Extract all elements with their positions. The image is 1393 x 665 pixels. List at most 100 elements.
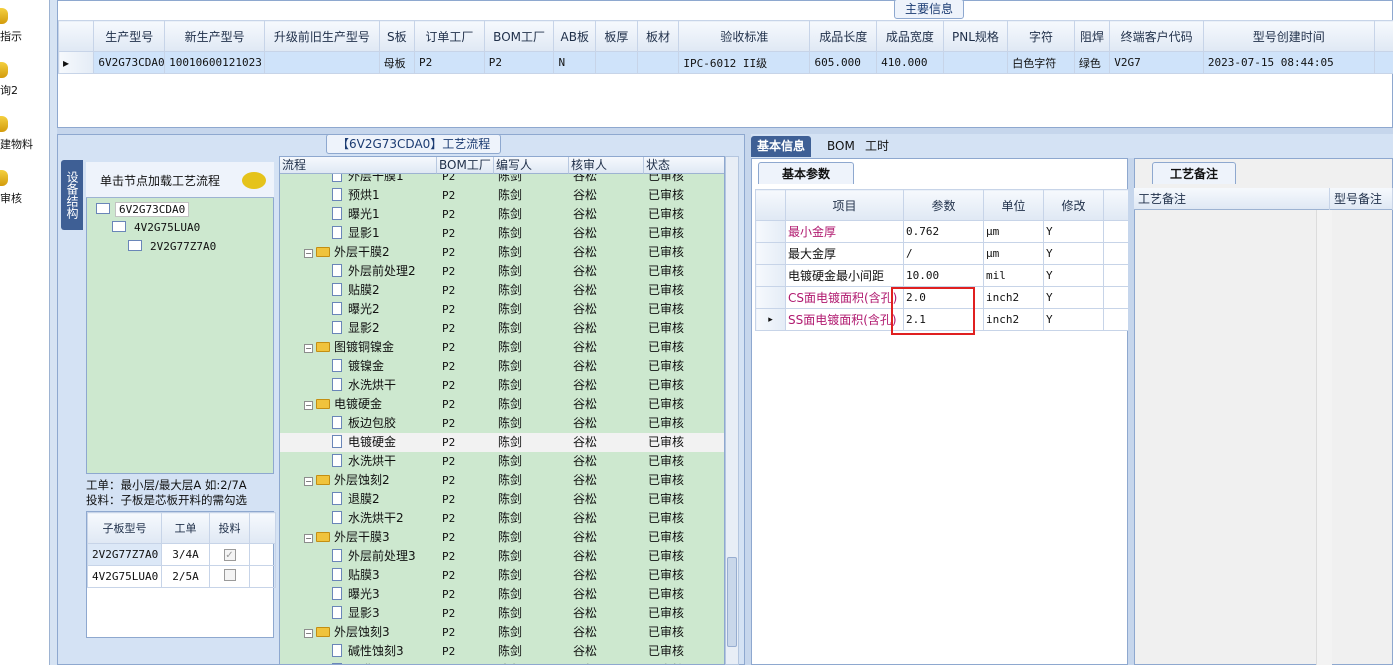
- flow-column-header[interactable]: 流程: [280, 157, 437, 174]
- column-header[interactable]: 板厚: [595, 20, 638, 52]
- flow-row[interactable]: 水洗烘干2 P2 陈剑 谷松 已审核: [280, 509, 724, 528]
- param-row[interactable]: 电镀硬金最小间距 10.00 mil Y: [755, 264, 1130, 287]
- table-cell[interactable]: V2G7: [1109, 51, 1204, 74]
- column-header[interactable]: 终端客户代码: [1109, 20, 1204, 52]
- flow-row[interactable]: − 外层蚀刻3 P2 陈剑 谷松 已审核: [280, 623, 724, 642]
- table-cell[interactable]: [942, 51, 1009, 74]
- flow-column-header[interactable]: 状态: [644, 157, 724, 174]
- table-row[interactable]: 2V2G77Z7A0 3/4A ✓: [87, 543, 276, 566]
- column-header[interactable]: 阻焊: [1073, 20, 1111, 52]
- remarks-column-header[interactable]: 型号备注: [1330, 188, 1393, 210]
- column-header[interactable]: 验收标准: [678, 20, 811, 52]
- table-cell[interactable]: 410.000: [876, 51, 944, 74]
- column-header[interactable]: 字符: [1007, 20, 1075, 52]
- column-header[interactable]: 升级前旧生产型号: [264, 20, 380, 52]
- flow-row[interactable]: − 图镀铜镍金 P2 陈剑 谷松 已审核: [280, 338, 724, 357]
- flow-row[interactable]: 外层前处理3 P2 陈剑 谷松 已审核: [280, 547, 724, 566]
- param-value[interactable]: 2.0: [903, 286, 984, 309]
- table-cell[interactable]: P2: [483, 51, 555, 74]
- column-header[interactable]: 单位: [983, 189, 1044, 221]
- flow-row[interactable]: − 外层蚀刻2 P2 陈剑 谷松 已审核: [280, 471, 724, 490]
- comment-icon[interactable]: [242, 172, 266, 189]
- flow-row[interactable]: 板边包胶 P2 陈剑 谷松 已审核: [280, 414, 724, 433]
- flow-row[interactable]: 贴膜3 P2 陈剑 谷松 已审核: [280, 566, 724, 585]
- table-cell[interactable]: 白色字符: [1007, 51, 1075, 74]
- flow-row[interactable]: 水洗烘干 P2 陈剑 谷松 已审核: [280, 376, 724, 395]
- flow-row[interactable]: 水洗烘干 P2 陈剑 谷松 已审核: [280, 452, 724, 471]
- feed-checkbox[interactable]: ✓: [223, 549, 236, 561]
- nav-item[interactable]: 建物料: [0, 136, 48, 152]
- param-modify[interactable]: Y: [1043, 220, 1104, 243]
- column-header[interactable]: BOM工厂: [483, 20, 555, 52]
- table-row[interactable]: 4V2G75LUA0 2/5A: [87, 565, 276, 588]
- column-header[interactable]: 板材: [636, 20, 680, 52]
- remarks-scrollbar[interactable]: [1316, 210, 1332, 665]
- column-header[interactable]: 订单工厂: [413, 20, 485, 52]
- tab-basic-params[interactable]: 基本参数: [758, 162, 854, 184]
- collapse-icon[interactable]: −: [304, 629, 313, 638]
- flow-row[interactable]: 退膜3 P2 陈剑 谷松 已审核: [280, 661, 724, 664]
- table-cell[interactable]: [1373, 51, 1393, 74]
- flow-scrollbar-thumb[interactable]: [727, 557, 737, 647]
- nav-item[interactable]: 指示: [0, 28, 48, 44]
- flow-row[interactable]: 退膜2 P2 陈剑 谷松 已审核: [280, 490, 724, 509]
- collapse-icon[interactable]: −: [304, 344, 313, 353]
- column-header[interactable]: 投料: [209, 512, 250, 544]
- tree-node[interactable]: 2V2G77Z7A0: [128, 240, 219, 253]
- nav-item[interactable]: 审核: [0, 190, 48, 206]
- param-value[interactable]: 0.762: [903, 220, 984, 243]
- param-row[interactable]: 最大金厚 / μm Y: [755, 242, 1130, 265]
- param-modify[interactable]: Y: [1043, 264, 1104, 287]
- param-modify[interactable]: Y: [1043, 286, 1104, 309]
- param-row[interactable]: ▸ SS面电镀面积(含孔) 2.1 inch2 Y: [755, 308, 1130, 331]
- nav-item[interactable]: 询2: [0, 82, 48, 98]
- table-cell[interactable]: 6V2G73CDA0: [93, 51, 166, 74]
- table-cell[interactable]: [264, 51, 380, 74]
- column-header[interactable]: 生产型号: [93, 20, 166, 52]
- collapse-icon[interactable]: −: [304, 249, 313, 258]
- flow-row[interactable]: − 外层干膜2 P2 陈剑 谷松 已审核: [280, 243, 724, 262]
- column-header[interactable]: 成品宽度: [876, 20, 944, 52]
- side-tab-structure[interactable]: 设备结构: [61, 160, 83, 230]
- flow-column-header[interactable]: 编写人: [494, 157, 569, 174]
- collapse-icon[interactable]: −: [304, 477, 313, 486]
- column-header[interactable]: PNL规格: [942, 20, 1009, 52]
- flow-row[interactable]: 外层前处理2 P2 陈剑 谷松 已审核: [280, 262, 724, 281]
- table-cell[interactable]: N: [553, 51, 597, 74]
- table-row[interactable]: ▸ 6V2G73CDA0 10010600121023 母板 P2 P2 N IPC-6012…: [57, 51, 1393, 74]
- flow-row[interactable]: 镀镍金 P2 陈剑 谷松 已审核: [280, 357, 724, 376]
- param-value[interactable]: 10.00: [903, 264, 984, 287]
- flow-row[interactable]: 显影3 P2 陈剑 谷松 已审核: [280, 604, 724, 623]
- table-cell[interactable]: 10010600121023: [164, 51, 266, 74]
- param-modify[interactable]: Y: [1043, 308, 1104, 331]
- param-value[interactable]: 2.1: [903, 308, 984, 331]
- flow-column-header[interactable]: 核审人: [569, 157, 644, 174]
- table-cell[interactable]: [595, 51, 638, 74]
- flow-row[interactable]: 贴膜2 P2 陈剑 谷松 已审核: [280, 281, 724, 300]
- tab-process-remarks[interactable]: 工艺备注: [1152, 162, 1236, 184]
- table-cell[interactable]: 绿色: [1073, 51, 1111, 74]
- remarks-column-header[interactable]: 工艺备注: [1134, 188, 1330, 210]
- flow-row[interactable]: − 电镀硬金 P2 陈剑 谷松 已审核: [280, 395, 724, 414]
- column-header[interactable]: 工单: [161, 512, 210, 544]
- column-header[interactable]: 创建人: [1373, 20, 1393, 52]
- flow-row[interactable]: 预烘1 P2 陈剑 谷松 已审核: [280, 186, 724, 205]
- table-cell[interactable]: 母板: [378, 51, 415, 74]
- collapse-icon[interactable]: −: [304, 534, 313, 543]
- column-header[interactable]: 型号创建时间: [1202, 20, 1375, 52]
- flow-row[interactable]: 曝光3 P2 陈剑 谷松 已审核: [280, 585, 724, 604]
- table-cell[interactable]: [636, 51, 680, 74]
- flow-row[interactable]: 碱性蚀刻3 P2 陈剑 谷松 已审核: [280, 642, 724, 661]
- tab-work-hours[interactable]: 工时: [859, 136, 895, 157]
- feed-checkbox[interactable]: [223, 569, 236, 581]
- column-header[interactable]: 修改: [1043, 189, 1104, 221]
- tree-node[interactable]: 6V2G73CDA0: [96, 202, 190, 217]
- collapse-icon[interactable]: −: [304, 401, 313, 410]
- column-header[interactable]: AB板: [553, 20, 597, 52]
- tree-node[interactable]: 4V2G75LUA0: [112, 221, 203, 234]
- column-header[interactable]: 新生产型号: [164, 20, 266, 52]
- param-value[interactable]: /: [903, 242, 984, 265]
- flow-row[interactable]: 电镀硬金 P2 陈剑 谷松 已审核: [280, 433, 724, 452]
- flow-row[interactable]: 曝光2 P2 陈剑 谷松 已审核: [280, 300, 724, 319]
- table-cell[interactable]: IPC-6012 II级: [678, 51, 811, 74]
